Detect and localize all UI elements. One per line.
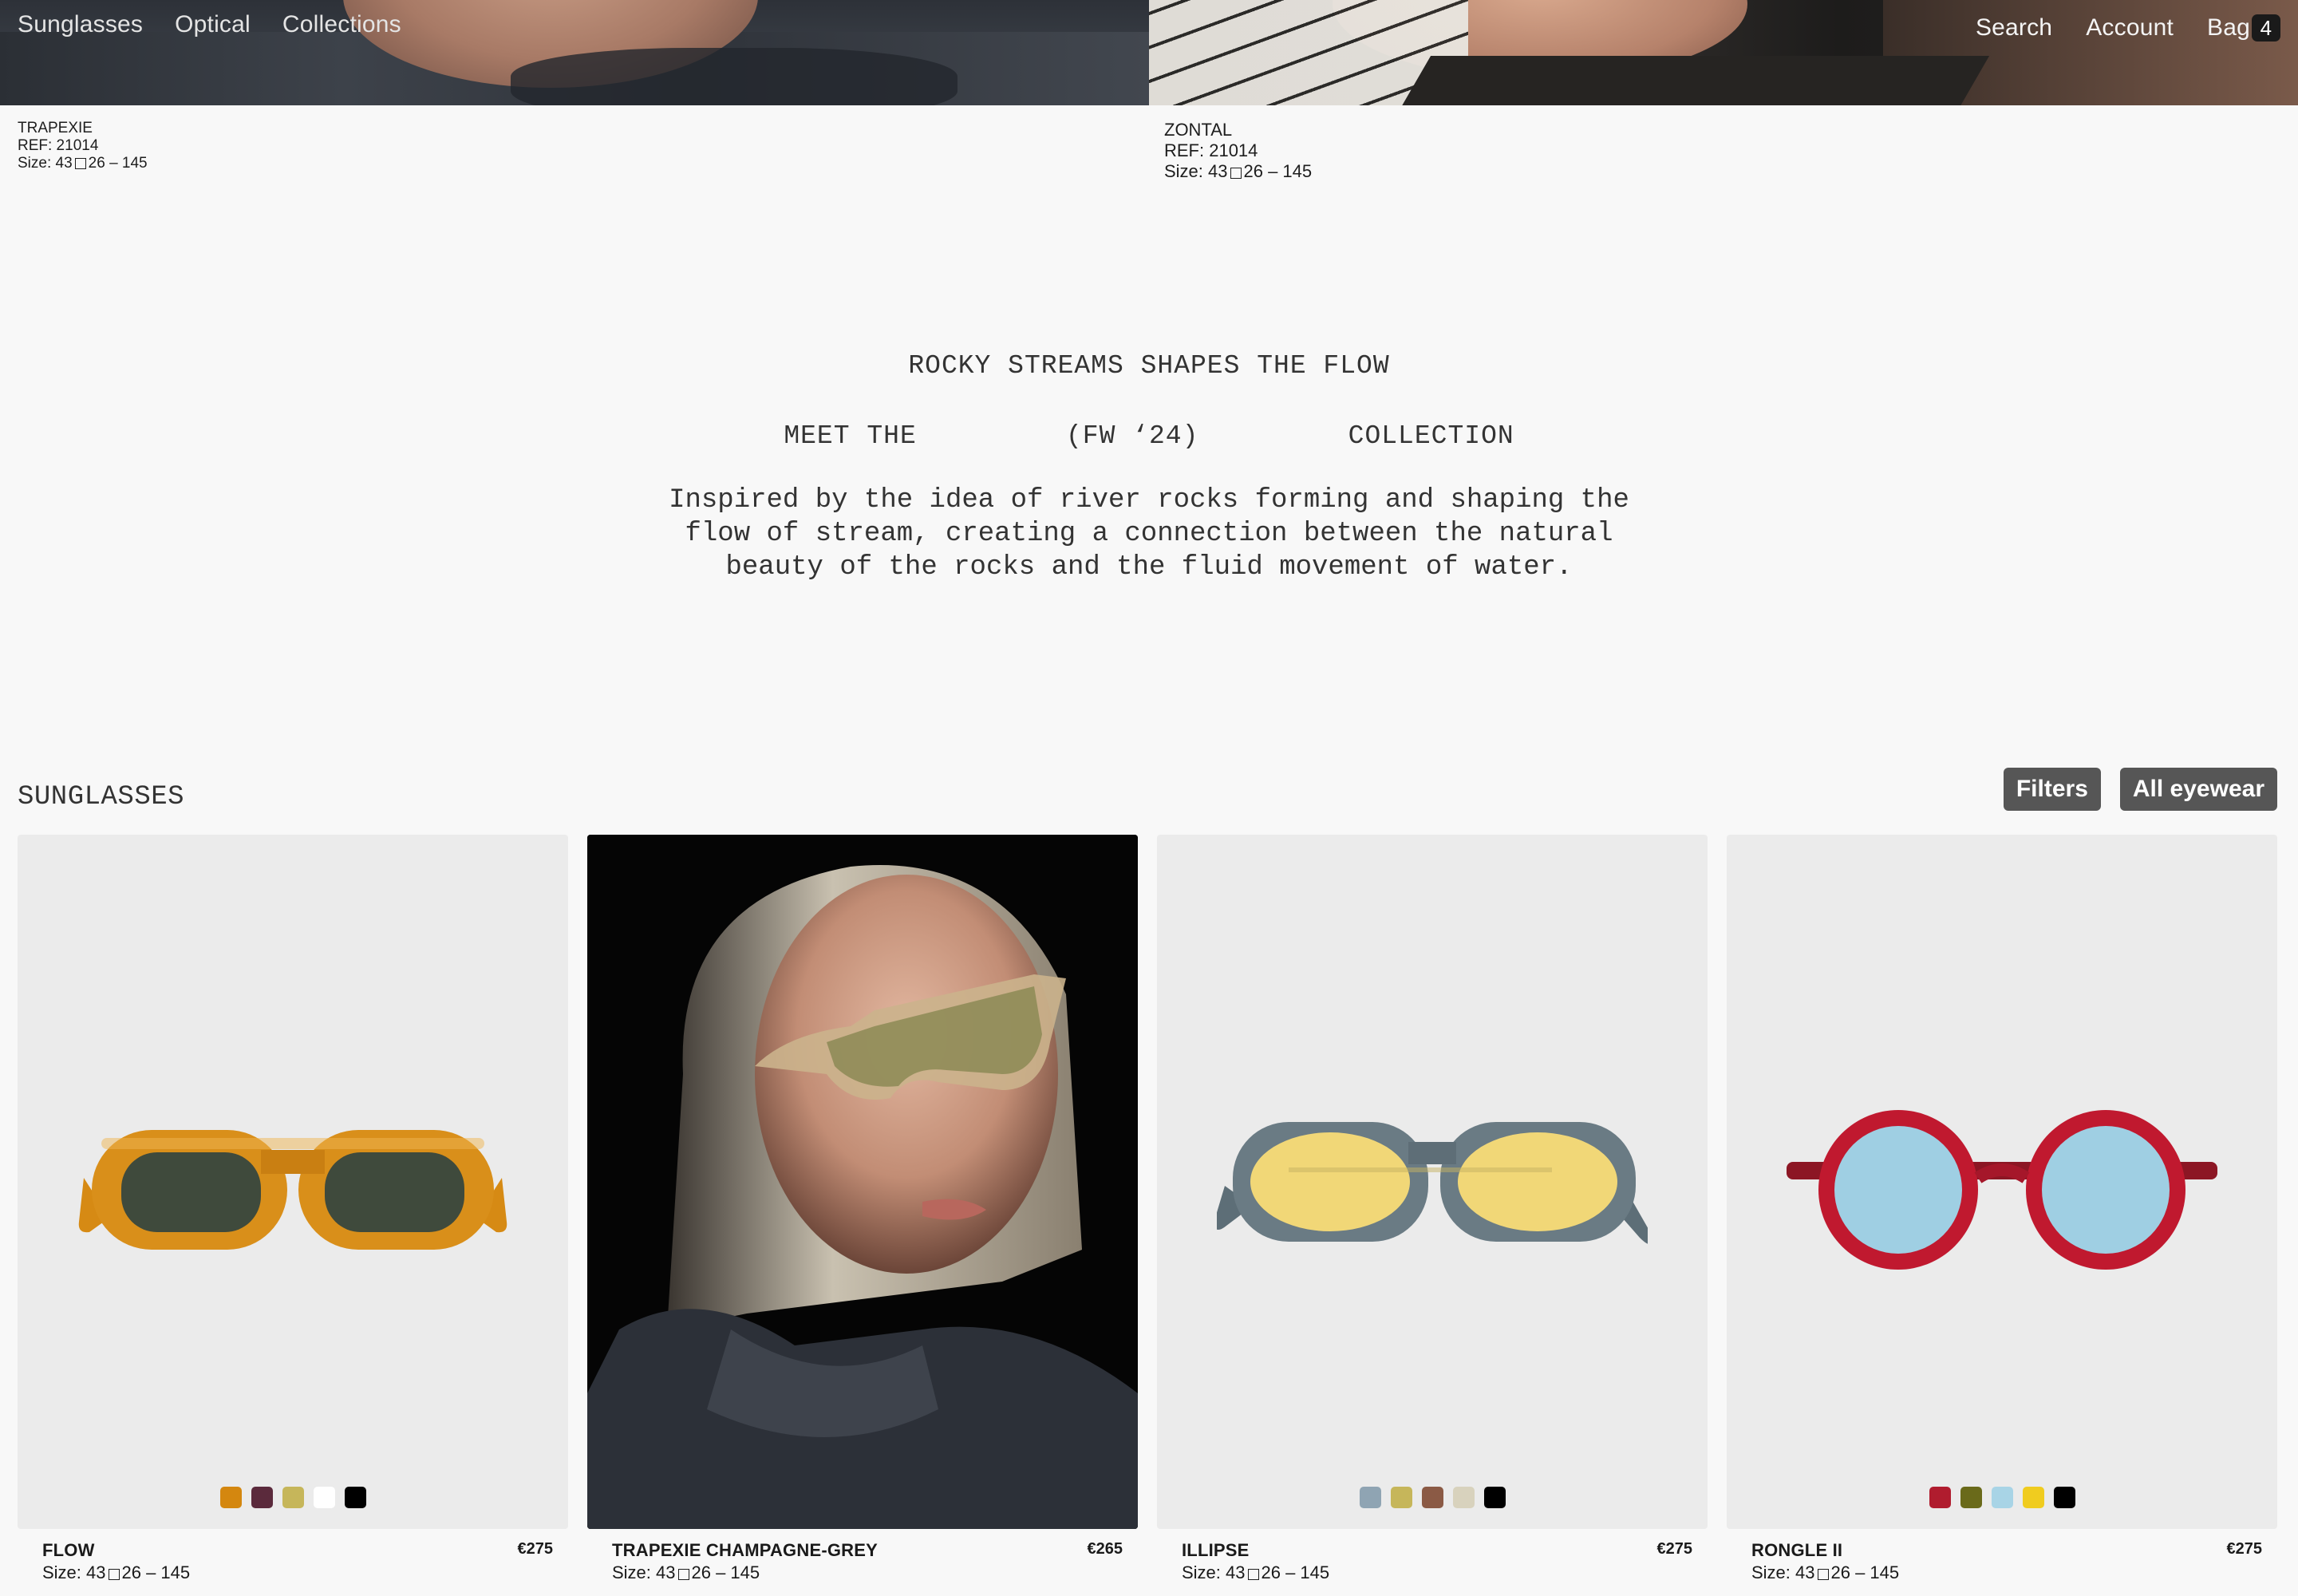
product-name: TRAPEXIE CHAMPAGNE-GREY xyxy=(612,1540,878,1560)
product-card-trapexie-champagne-grey[interactable] xyxy=(587,835,1138,1529)
product-price: €275 xyxy=(2226,1540,2263,1558)
product-size: Size: 43 26 – 145 xyxy=(1182,1562,1330,1582)
swatch-orange[interactable] xyxy=(219,1487,242,1508)
nav-search[interactable]: Search xyxy=(1976,14,2052,41)
product-card-illipse[interactable] xyxy=(1157,835,1708,1529)
nav-bag[interactable]: Bag 4 xyxy=(2207,14,2280,41)
product-info-flow[interactable]: FLOW €275 Size: 43 26 – 145 xyxy=(42,1540,553,1583)
nav-account[interactable]: Account xyxy=(2086,14,2174,41)
grey-oval-sunglasses-icon xyxy=(1217,1122,1648,1244)
orange-oval-sunglasses-icon xyxy=(78,1130,507,1250)
color-swatches xyxy=(18,1487,568,1508)
bag-label: Bag xyxy=(2207,14,2250,41)
swatch-yellow[interactable] xyxy=(2022,1487,2044,1508)
product-price: €275 xyxy=(517,1540,554,1558)
hero-product-meta-right[interactable]: ZONTAL REF: 21014 Size: 43 26 – 145 xyxy=(1164,120,1312,182)
filters-button[interactable]: Filters xyxy=(2003,768,2101,811)
swatch-olive-green[interactable] xyxy=(1960,1487,1982,1508)
swatch-beige[interactable] xyxy=(1452,1487,1475,1508)
hero-product-meta-left[interactable]: TRAPEXIE REF: 21014 Size: 43 26 – 145 xyxy=(18,120,148,172)
product-size: Size: 43 26 – 145 xyxy=(1164,161,1313,181)
red-round-sunglasses-icon xyxy=(1787,1110,2217,1270)
product-price: €275 xyxy=(1656,1540,1693,1558)
bridge-size-icon xyxy=(1247,1569,1259,1580)
product-size: Size: 43 26 – 145 xyxy=(1751,1562,1900,1582)
product-size: Size: 43 26 – 145 xyxy=(42,1562,191,1582)
bridge-size-icon xyxy=(74,158,86,169)
product-name: FLOW xyxy=(42,1540,95,1560)
product-name: ZONTAL xyxy=(1164,120,1233,140)
nav-sunglasses[interactable]: Sunglasses xyxy=(18,11,143,38)
product-card-rongle-ii[interactable] xyxy=(1727,835,2277,1529)
product-ref: REF: 21014 xyxy=(18,137,99,154)
product-name: RONGLE II xyxy=(1751,1540,1843,1560)
swatch-black[interactable] xyxy=(2053,1487,2075,1508)
swatch-plum[interactable] xyxy=(251,1487,273,1508)
product-size: Size: 43 26 – 145 xyxy=(612,1562,760,1582)
collection-subtitle: MEET THE (FW ‘24) COLLECTION xyxy=(784,421,1514,451)
swatch-black[interactable] xyxy=(1483,1487,1506,1508)
collection-title: ROCKY STREAMS SHAPES THE FLOW xyxy=(908,351,1390,381)
swatch-olive[interactable] xyxy=(1390,1487,1412,1508)
main-nav: Sunglasses Optical Collections xyxy=(18,11,401,38)
swatch-light-blue[interactable] xyxy=(1991,1487,2013,1508)
nav-optical[interactable]: Optical xyxy=(175,11,251,38)
bag-count-badge: 4 xyxy=(2252,14,2280,41)
section-title: SUNGLASSES xyxy=(18,782,185,812)
product-name: ILLIPSE xyxy=(1182,1540,1250,1560)
utility-nav: Search Account Bag 4 xyxy=(1976,14,2280,41)
bridge-size-icon xyxy=(108,1569,120,1580)
product-size: Size: 43 26 – 145 xyxy=(18,155,148,172)
all-eyewear-button[interactable]: All eyewear xyxy=(2119,768,2277,811)
swatch-red[interactable] xyxy=(1929,1487,1951,1508)
swatch-olive[interactable] xyxy=(282,1487,304,1508)
product-info-trapexie[interactable]: TRAPEXIE CHAMPAGNE-GREY €265 Size: 43 26 … xyxy=(612,1540,1123,1583)
model-photo-image xyxy=(587,835,1138,1529)
section-actions: Filters All eyewear xyxy=(2003,768,2277,811)
bridge-size-icon xyxy=(1230,168,1242,179)
bridge-size-icon xyxy=(677,1569,689,1580)
product-info-illipse[interactable]: ILLIPSE €275 Size: 43 26 – 145 xyxy=(1182,1540,1692,1583)
product-card-flow[interactable] xyxy=(18,835,568,1529)
swatch-black[interactable] xyxy=(344,1487,366,1508)
product-name: TRAPEXIE xyxy=(18,120,93,136)
product-price: €265 xyxy=(1087,1540,1123,1558)
swatch-grey-blue[interactable] xyxy=(1359,1487,1381,1508)
color-swatches xyxy=(1727,1487,2277,1508)
collection-description: Inspired by the idea of river rocks form… xyxy=(669,485,1629,583)
nav-collections[interactable]: Collections xyxy=(282,11,401,38)
swatch-white[interactable] xyxy=(313,1487,335,1508)
bridge-size-icon xyxy=(1817,1569,1829,1580)
color-swatches xyxy=(1157,1487,1708,1508)
swatch-brown[interactable] xyxy=(1421,1487,1443,1508)
product-info-rongle-ii[interactable]: RONGLE II €275 Size: 43 26 – 145 xyxy=(1751,1540,2262,1583)
product-ref: REF: 21014 xyxy=(1164,140,1258,160)
